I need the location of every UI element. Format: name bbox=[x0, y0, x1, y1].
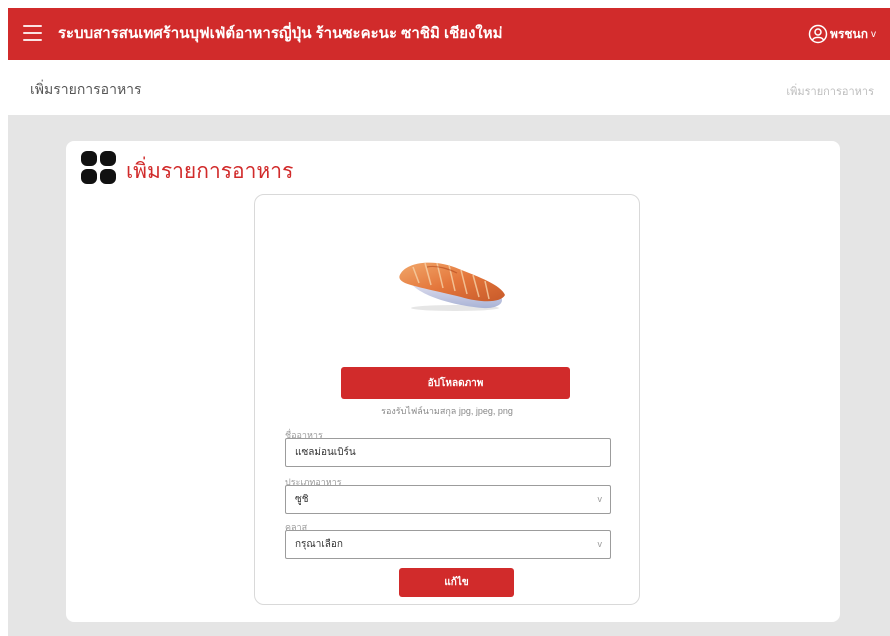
app-title: ระบบสารสนเทศร้านบุฟเฟ่ต์อาหารญี่ปุ่น ร้า… bbox=[58, 25, 503, 42]
chevron-down-icon: v bbox=[871, 28, 876, 40]
food-type-select[interactable]: ซูชิ v bbox=[285, 485, 611, 514]
hamburger-menu-icon[interactable] bbox=[23, 25, 42, 41]
food-type-value: ซูชิ bbox=[295, 494, 309, 505]
user-name: พรชนก bbox=[830, 26, 868, 41]
form-panel: อัปโหลดภาพ รองรับไฟล์นามสกุล jpg, jpeg, … bbox=[254, 194, 640, 605]
user-menu[interactable]: พรชนก v bbox=[808, 8, 876, 60]
edit-button[interactable]: แก้ไข bbox=[399, 568, 514, 597]
form-card: เพิ่มรายการอาหาร อัปโหลดภาพ รองรับไฟล์นา… bbox=[66, 141, 840, 622]
card-title: เพิ่มรายการอาหาร bbox=[126, 160, 294, 183]
upload-image-button[interactable]: อัปโหลดภาพ bbox=[341, 367, 570, 399]
upload-hint: รองรับไฟล์นามสกุล jpg, jpeg, png bbox=[381, 406, 513, 416]
salmon-sushi-image bbox=[399, 262, 505, 311]
class-select[interactable]: กรุณาเลือก v bbox=[285, 530, 611, 559]
chevron-down-icon: v bbox=[597, 494, 603, 504]
class-value: กรุณาเลือก bbox=[295, 539, 343, 550]
food-name-value: แซลม่อนเบิร์น bbox=[295, 447, 356, 458]
chevron-down-icon: v bbox=[597, 539, 603, 549]
breadcrumb[interactable]: เพิ่มรายการอาหาร bbox=[786, 82, 874, 100]
food-name-input[interactable]: แซลม่อนเบิร์น bbox=[285, 438, 611, 467]
user-circle-icon bbox=[808, 24, 828, 44]
page-title: เพิ่มรายการอาหาร bbox=[30, 81, 142, 97]
page-subheader: เพิ่มรายการอาหาร เพิ่มรายการอาหาร bbox=[8, 60, 890, 115]
top-app-bar: ระบบสารสนเทศร้านบุฟเฟ่ต์อาหารญี่ปุ่น ร้า… bbox=[8, 8, 890, 60]
grid-icon bbox=[81, 151, 117, 185]
